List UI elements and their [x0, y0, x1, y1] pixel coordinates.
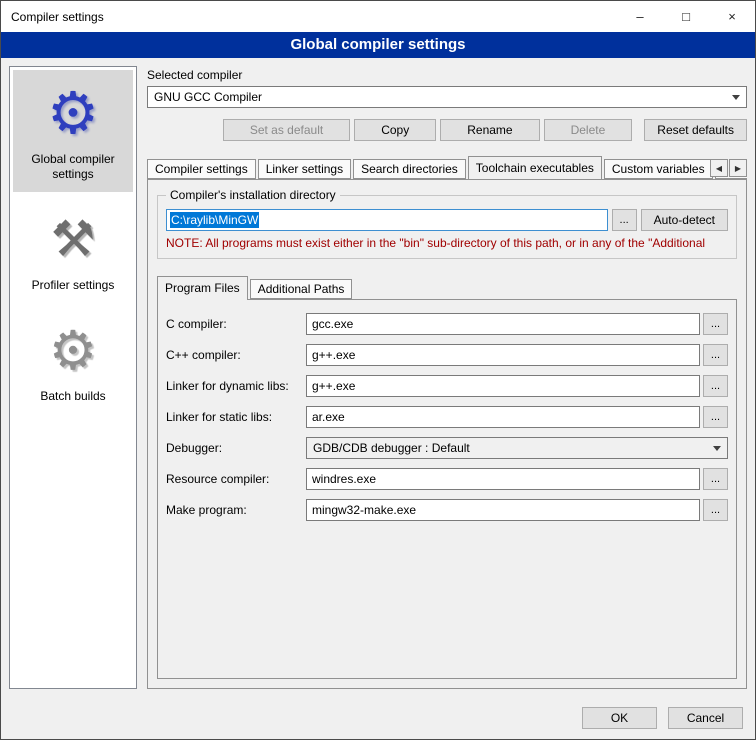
- toolchain-executables-page: Compiler's installation directory C:\ray…: [147, 179, 747, 689]
- make-program-label: Make program:: [166, 503, 306, 517]
- window-title: Compiler settings: [1, 10, 104, 24]
- tab-linker-settings[interactable]: Linker settings: [258, 159, 351, 179]
- tab-program-files[interactable]: Program Files: [157, 276, 248, 300]
- settings-category-list: ⚙ Global compiler settings ⚒ Profiler se…: [9, 66, 137, 689]
- linker-static-label: Linker for static libs:: [166, 410, 306, 424]
- installation-directory-row: C:\raylib\MinGW ... Auto-detect: [166, 209, 728, 231]
- sidebar-item-batch-builds[interactable]: ⚙ Batch builds: [13, 307, 133, 414]
- close-button[interactable]: ×: [709, 1, 755, 32]
- resource-compiler-browse-button[interactable]: ...: [703, 468, 728, 490]
- linker-static-browse-button[interactable]: ...: [703, 406, 728, 428]
- copy-button[interactable]: Copy: [354, 119, 436, 141]
- tab-scroll-right-icon[interactable]: ▶: [729, 159, 747, 177]
- make-program-browse-button[interactable]: ...: [703, 499, 728, 521]
- tab-scroll-left-icon[interactable]: ◀: [710, 159, 728, 177]
- window-controls: – □ ×: [617, 1, 755, 32]
- compiler-actions: Set as default Copy Rename Delete Reset …: [147, 119, 747, 141]
- cancel-button[interactable]: Cancel: [668, 707, 743, 729]
- install-dir-value: C:\raylib\MinGW: [170, 212, 259, 228]
- resource-compiler-input[interactable]: [306, 468, 700, 490]
- c-compiler-input[interactable]: [306, 313, 700, 335]
- sidebar-item-label: Global compiler settings: [15, 152, 131, 182]
- tab-toolchain-executables[interactable]: Toolchain executables: [468, 156, 602, 179]
- c-compiler-label: C compiler:: [166, 317, 306, 331]
- field-row-cpp-compiler: C++ compiler: ...: [166, 344, 728, 366]
- sidebar-item-label: Profiler settings: [32, 278, 115, 293]
- titlebar: Compiler settings – □ ×: [1, 1, 755, 32]
- make-program-input[interactable]: [306, 499, 700, 521]
- sidebar-item-label: Batch builds: [40, 389, 105, 404]
- debugger-selected-value: GDB/CDB debugger : Default: [313, 441, 470, 455]
- linker-static-input[interactable]: [306, 406, 700, 428]
- dialog-body: ⚙ Global compiler settings ⚒ Profiler se…: [1, 58, 755, 697]
- gear-blue-icon: ⚙: [47, 80, 99, 146]
- cpp-compiler-label: C++ compiler:: [166, 348, 306, 362]
- compiler-select[interactable]: GNU GCC Compiler: [147, 86, 747, 108]
- minimize-button[interactable]: –: [617, 1, 663, 32]
- tab-search-directories[interactable]: Search directories: [353, 159, 466, 179]
- chevron-down-icon: [713, 446, 721, 451]
- settings-tabstrip: Compiler settings Linker settings Search…: [147, 155, 747, 179]
- field-row-linker-static: Linker for static libs: ...: [166, 406, 728, 428]
- field-row-debugger: Debugger: GDB/CDB debugger : Default: [166, 437, 728, 459]
- program-files-panel: C compiler: ... C++ compiler: ... Linker…: [157, 299, 737, 679]
- main-panel: Selected compiler GNU GCC Compiler Set a…: [147, 66, 747, 689]
- delete-button: Delete: [544, 119, 633, 141]
- installation-directory-group: Compiler's installation directory C:\ray…: [157, 195, 737, 259]
- tab-additional-paths[interactable]: Additional Paths: [250, 279, 353, 299]
- tab-compiler-settings[interactable]: Compiler settings: [147, 159, 256, 179]
- install-dir-input[interactable]: C:\raylib\MinGW: [166, 209, 608, 231]
- compiler-settings-window: { "window": { "title": "Compiler setting…: [0, 0, 756, 740]
- installation-directory-label: Compiler's installation directory: [166, 188, 340, 202]
- sidebar-item-profiler-settings[interactable]: ⚒ Profiler settings: [13, 196, 133, 303]
- reset-defaults-button[interactable]: Reset defaults: [644, 119, 747, 141]
- tab-scroll-buttons: ◀ ▶: [710, 159, 747, 177]
- resource-compiler-label: Resource compiler:: [166, 472, 306, 486]
- tab-custom-variables[interactable]: Custom variables: [604, 159, 713, 179]
- linker-dynamic-label: Linker for dynamic libs:: [166, 379, 306, 393]
- field-row-make-program: Make program: ...: [166, 499, 728, 521]
- gear-glyph: ⚙: [47, 79, 99, 147]
- program-files-tabstrip: Program Files Additional Paths: [157, 275, 737, 299]
- ok-button[interactable]: OK: [582, 707, 657, 729]
- profiler-icon: ⚒: [51, 206, 96, 272]
- cpp-compiler-browse-button[interactable]: ...: [703, 344, 728, 366]
- field-row-linker-dynamic: Linker for dynamic libs: ...: [166, 375, 728, 397]
- rename-button[interactable]: Rename: [440, 119, 539, 141]
- selected-compiler-label: Selected compiler: [147, 68, 747, 82]
- page-title: Global compiler settings: [1, 32, 755, 58]
- sidebar-item-global-compiler-settings[interactable]: ⚙ Global compiler settings: [13, 70, 133, 192]
- install-dir-browse-button[interactable]: ...: [612, 209, 637, 231]
- gear-gray-icon: ⚙: [49, 317, 97, 383]
- dialog-footer: OK Cancel: [1, 697, 755, 739]
- maximize-button[interactable]: □: [663, 1, 709, 32]
- debugger-select[interactable]: GDB/CDB debugger : Default: [306, 437, 728, 459]
- debugger-label: Debugger:: [166, 441, 306, 455]
- linker-dynamic-input[interactable]: [306, 375, 700, 397]
- field-row-c-compiler: C compiler: ...: [166, 313, 728, 335]
- profiler-glyph: ⚒: [51, 210, 96, 268]
- linker-dynamic-browse-button[interactable]: ...: [703, 375, 728, 397]
- cpp-compiler-input[interactable]: [306, 344, 700, 366]
- c-compiler-browse-button[interactable]: ...: [703, 313, 728, 335]
- bin-subdirectory-note: NOTE: All programs must exist either in …: [166, 236, 728, 250]
- auto-detect-button[interactable]: Auto-detect: [641, 209, 728, 231]
- set-as-default-button: Set as default: [223, 119, 350, 141]
- gear-glyph: ⚙: [49, 319, 97, 382]
- chevron-down-icon: [732, 95, 740, 100]
- field-row-resource-compiler: Resource compiler: ...: [166, 468, 728, 490]
- compiler-selected-value: GNU GCC Compiler: [154, 90, 262, 104]
